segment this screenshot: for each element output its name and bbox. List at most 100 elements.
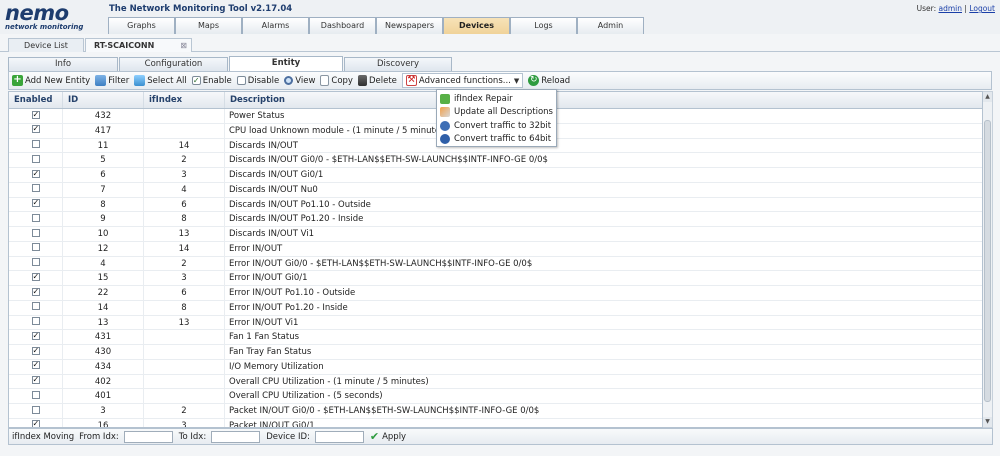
checked-checkbox[interactable]: ✓ [31, 199, 40, 207]
table-row[interactable]: ✓ 16 3 Packet IN/OUT Gi0/1 [9, 418, 982, 427]
checked-checkbox[interactable]: ✓ [31, 169, 40, 178]
table-row[interactable]: 10 13 Discards IN/OUT Vi1 [9, 227, 982, 242]
unchecked-checkbox[interactable] [31, 405, 40, 414]
table-row[interactable]: ✓ 430 Fan Tray Fan Status [9, 345, 982, 360]
unchecked-checkbox[interactable] [31, 228, 40, 237]
table-row[interactable]: ✓ 431 Fan 1 Fan Status [9, 330, 982, 345]
table-row[interactable]: ✓ 402 Overall CPU Utilization - (1 minute … [9, 374, 982, 390]
unchecked-checkbox[interactable] [31, 258, 40, 266]
menu-item-convert-64bit[interactable]: Convert traffic to 64bit [437, 133, 556, 147]
checked-checkbox[interactable]: ✓ [31, 125, 40, 134]
enable-button[interactable]: ✓ Enable [191, 76, 232, 86]
nav-tab-logs[interactable]: Logs [510, 17, 577, 34]
disable-box-icon [236, 76, 246, 85]
device-id-input[interactable] [314, 430, 364, 443]
apply-button[interactable]: ✔ Apply [370, 430, 406, 443]
nav-tab-newspapers[interactable]: Newspapers [376, 17, 443, 34]
scroll-down-icon[interactable]: ▼ [983, 417, 992, 427]
checked-checkbox[interactable]: ✓ [31, 331, 40, 340]
col-enabled-header[interactable]: Enabled [9, 92, 63, 108]
enabled-cell: ✓ [9, 109, 63, 123]
enabled-cell: ✓ [9, 418, 63, 427]
col-ifindex-header[interactable]: ifIndex [144, 92, 225, 108]
add-entity-button[interactable]: + Add New Entity [12, 75, 90, 86]
menu-item-update-descriptions[interactable]: Update all Descriptions [437, 106, 556, 120]
from-idx-label: From Idx: [79, 431, 119, 442]
enabled-cell [9, 153, 63, 167]
nav-tab-admin[interactable]: Admin [577, 17, 644, 34]
table-row[interactable]: ✓ 8 6 Discards IN/OUT Po1.10 - Outside [9, 197, 982, 213]
table-row[interactable]: 9 8 Discards IN/OUT Po1.20 - Inside [9, 212, 982, 227]
copy-button[interactable]: Copy [320, 75, 353, 86]
table-row[interactable]: 5 2 Discards IN/OUT Gi0/0 - $ETH-LAN$$ETH-… [9, 153, 982, 168]
nav-tab-maps[interactable]: Maps [175, 17, 242, 34]
table-row[interactable]: 14 8 Error IN/OUT Po1.20 - Inside [9, 300, 982, 316]
table-row[interactable]: 7 4 Discards IN/OUT Nu0 [9, 182, 982, 198]
description-cell: CPU load Unknown module - (1 minute / 5 … [229, 125, 448, 136]
logo-wordmark: nemo [5, 1, 69, 25]
current-device-name: RT-SCAICONN [94, 41, 155, 50]
nav-tab-devices[interactable]: Devices [443, 17, 510, 34]
tab-info[interactable]: Info [8, 57, 118, 71]
to-idx-input[interactable] [211, 430, 261, 443]
nav-tab-dashboard[interactable]: Dashboard [309, 17, 376, 34]
tab-configuration[interactable]: Configuration [119, 57, 228, 71]
col-id-header[interactable]: ID [63, 92, 144, 108]
enabled-cell [9, 256, 63, 271]
table-row[interactable]: ✓ 15 3 Error IN/OUT Gi0/1 [9, 271, 982, 286]
table-row[interactable]: 13 13 Error IN/OUT Vi1 [9, 315, 982, 331]
unchecked-checkbox[interactable] [31, 302, 40, 311]
table-row[interactable]: 12 14 Error IN/OUT [9, 241, 982, 257]
ifindex-cell [144, 123, 225, 138]
tab-device-list[interactable]: Device List [8, 38, 84, 52]
table-row[interactable]: 4 2 Error IN/OUT Gi0/0 - $ETH-LAN$$ETH-SW-… [9, 256, 982, 272]
checked-checkbox[interactable]: ✓ [31, 346, 40, 355]
view-button[interactable]: View [284, 76, 315, 86]
from-idx-input[interactable] [123, 430, 173, 443]
disable-button[interactable]: Disable [236, 76, 279, 86]
filter-button[interactable]: Filter [95, 75, 129, 86]
col-description-header[interactable]: Description [225, 92, 982, 108]
checked-checkbox[interactable]: ✓ [31, 420, 40, 427]
checked-checkbox[interactable]: ✓ [31, 361, 40, 370]
unchecked-checkbox[interactable] [31, 140, 40, 148]
nav-tab-alarms[interactable]: Alarms [242, 17, 309, 34]
table-row[interactable]: ✓ 6 3 Discards IN/OUT Gi0/1 [9, 168, 982, 183]
id-cell: 4 [63, 256, 144, 271]
advanced-functions-button[interactable]: ⚒ Advanced functions... ▼ [401, 73, 524, 88]
reload-button[interactable]: ↻ Reload [528, 75, 570, 86]
app-header: nemo network monitoring The Network Moni… [0, 0, 1000, 34]
scroll-thumb[interactable] [984, 120, 991, 402]
tab-discovery[interactable]: Discovery [344, 57, 452, 71]
checked-checkbox[interactable]: ✓ [31, 110, 40, 119]
unchecked-checkbox[interactable] [31, 184, 40, 193]
tab-entity[interactable]: Entity [229, 56, 343, 71]
table-row[interactable]: ✓ 22 6 Error IN/OUT Po1.10 - Outside [9, 286, 982, 301]
checked-checkbox[interactable]: ✓ [31, 272, 40, 281]
scroll-up-icon[interactable]: ▲ [983, 92, 992, 102]
unchecked-checkbox[interactable] [31, 213, 40, 222]
nav-tab-graphs[interactable]: Graphs [108, 17, 175, 34]
magnifier-icon [284, 76, 294, 85]
tab-current-device[interactable]: RT-SCAICONN ⊠ [85, 38, 192, 52]
delete-button[interactable]: Delete [357, 75, 397, 86]
close-tab-icon[interactable]: ⊠ [180, 39, 187, 52]
checked-checkbox[interactable]: ✓ [31, 376, 40, 384]
unchecked-checkbox[interactable] [31, 390, 40, 399]
unchecked-checkbox[interactable] [31, 154, 40, 163]
menu-item-convert-32bit[interactable]: Convert traffic to 32bit [437, 119, 556, 133]
table-row[interactable]: 401 Overall CPU Utilization - (5 seconds) [9, 389, 982, 404]
nemo-logo[interactable]: nemo network monitoring [5, 1, 103, 32]
unchecked-checkbox[interactable] [31, 317, 40, 325]
table-row[interactable]: ✓ 434 I/O Memory Utilization [9, 359, 982, 375]
menu-item-ifindex-repair[interactable]: ifIndex Repair [437, 92, 556, 106]
user-separator: | [964, 4, 967, 13]
table-scrollbar[interactable]: ▲ ▼ [983, 91, 993, 428]
checked-checkbox[interactable]: ✓ [31, 287, 40, 296]
table-row[interactable]: 3 2 Packet IN/OUT Gi0/0 - $ETH-LAN$$ETH-SW… [9, 404, 982, 419]
logout-link[interactable]: Logout [969, 4, 995, 13]
enabled-cell [9, 389, 63, 403]
unchecked-checkbox[interactable] [31, 243, 40, 252]
select-all-button[interactable]: Select All [134, 75, 187, 86]
user-link[interactable]: admin [939, 4, 963, 13]
